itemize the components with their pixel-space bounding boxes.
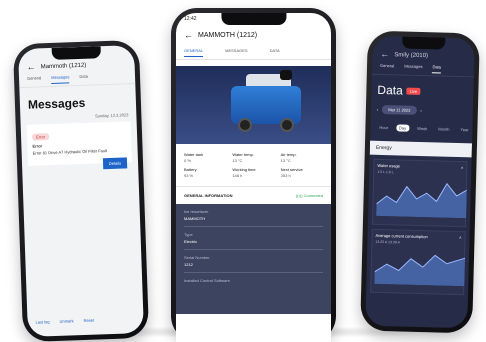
phone-general: 12:42 ← MAMMOTH (1212) GENERAL MESSAGES … [171, 8, 336, 342]
date-range: ‹ Mar 11 2023 › [377, 104, 467, 116]
screen-general: 12:42 ← MAMMOTH (1212) GENERAL MESSAGES … [176, 13, 331, 342]
stat-next-service: Next service 353 h [280, 167, 303, 178]
water-usage-area-chart [376, 182, 468, 219]
chevron-left-icon[interactable]: ‹ [377, 107, 378, 112]
notch [402, 36, 446, 50]
info-row: Installed Control Software [184, 278, 230, 283]
stat-air-temp: Air temp. 13 °C [280, 152, 297, 163]
notch [51, 46, 101, 60]
period-day[interactable]: Day [395, 124, 410, 132]
live-badge: Live [406, 87, 421, 95]
info-row: Serial Number 1212 [184, 250, 323, 273]
tab-general[interactable]: General [27, 75, 42, 84]
status-time: 12:42 [184, 16, 197, 22]
tab-data[interactable]: Data [432, 64, 442, 74]
back-arrow-icon[interactable]: ← [184, 31, 193, 40]
current-consumption-area-chart [374, 254, 466, 287]
phone-data: ← Smily (2010) General Messages Data Dat… [360, 30, 480, 334]
period-week[interactable]: Week [414, 125, 430, 132]
tab-general[interactable]: GENERAL [184, 48, 204, 57]
general-info-header: GENERAL INFORMATION ((•)) Connected [176, 186, 331, 204]
message-card[interactable]: Error Error Error 81 Drive A7 Hydraulic … [26, 121, 133, 170]
tab-data[interactable]: Data [79, 74, 88, 83]
tab-bar: GENERAL MESSAGES DATA [176, 42, 331, 60]
back-arrow-icon[interactable]: ← [26, 62, 35, 72]
screen-messages: ← Mammoth (1212) General Messages Data M… [18, 45, 144, 337]
tab-data[interactable]: DATA [270, 48, 280, 57]
page-title: Data [377, 82, 403, 98]
chevron-up-icon[interactable]: ˄ [461, 165, 463, 170]
stat-battery: Battery 93 % [184, 167, 197, 178]
error-badge: Error [31, 133, 50, 141]
water-usage-card: Water usage ˄ 1.5 L 1.0 L [371, 158, 468, 228]
header-title: Smily (2010) [394, 51, 429, 59]
message-text: Error 81 Drive A7 Hydraulic Oil Filter F… [32, 148, 108, 156]
info-row: Ice resurfacer MAMMOTH [184, 204, 323, 227]
stats-grid: Water tank 0 % Water temp. 13 °C Air temp.… [176, 144, 331, 186]
details-button[interactable]: Details [102, 157, 128, 170]
footer-link[interactable]: Reset [83, 318, 94, 323]
info-row: Type Electric [184, 227, 323, 250]
phone-messages: ← Mammoth (1212) General Messages Data M… [12, 39, 150, 342]
card-title: Water usage [377, 162, 401, 169]
energy-section-label: Energy [369, 140, 473, 158]
tab-general[interactable]: General [380, 63, 394, 72]
period-selector: Hour Day Week Month Year [370, 120, 472, 138]
chevron-right-icon[interactable]: › [420, 108, 421, 113]
machine-seat [280, 70, 292, 80]
info-list: Ice resurfacer MAMMOTH Type Electric Seria… [176, 204, 331, 314]
period-month[interactable]: Month [435, 125, 452, 132]
connection-status: ((•)) Connected [295, 193, 323, 198]
stage: ← Mammoth (1212) General Messages Data M… [0, 0, 486, 342]
machine-image [176, 66, 331, 144]
machine-wheel [280, 118, 294, 132]
back-arrow-icon[interactable]: ← [380, 49, 389, 59]
tab-messages[interactable]: MESSAGES [225, 48, 247, 57]
current-consumption-card: Average current consumption ˄ 13.25 A 13.… [370, 228, 466, 296]
stat-water-tank: Water tank 0 % [184, 152, 204, 163]
period-hour[interactable]: Hour [376, 124, 391, 131]
chevron-up-icon[interactable]: ˄ [459, 235, 461, 240]
screen-data: ← Smily (2010) General Messages Data Dat… [365, 35, 475, 329]
tab-messages[interactable]: Messages [51, 74, 70, 84]
stat-working-time: Working time 148 h [232, 167, 256, 178]
header-title: MAMMOTH (1212) [198, 32, 258, 39]
notch [220, 13, 287, 25]
period-year[interactable]: Year [457, 126, 471, 133]
tab-messages[interactable]: Messages [404, 64, 422, 73]
page-title: Messages [27, 95, 86, 112]
footer-link[interactable]: Unmark [59, 318, 73, 323]
app-header: ← MAMMOTH (1212) [176, 25, 331, 42]
date-pill[interactable]: Mar 11 2023 [382, 104, 417, 115]
machine-wheel [238, 118, 252, 132]
page-title-row: Data Live [371, 75, 474, 102]
footer-link[interactable]: Last log [35, 319, 49, 324]
header-title: Mammoth (1212) [40, 62, 87, 70]
section-title: GENERAL INFORMATION [184, 193, 233, 198]
footer-links: Last log Unmark Reset [35, 318, 94, 325]
stat-water-temp: Water temp. 13 °C [232, 152, 254, 163]
card-title: Average current consumption [375, 232, 428, 240]
